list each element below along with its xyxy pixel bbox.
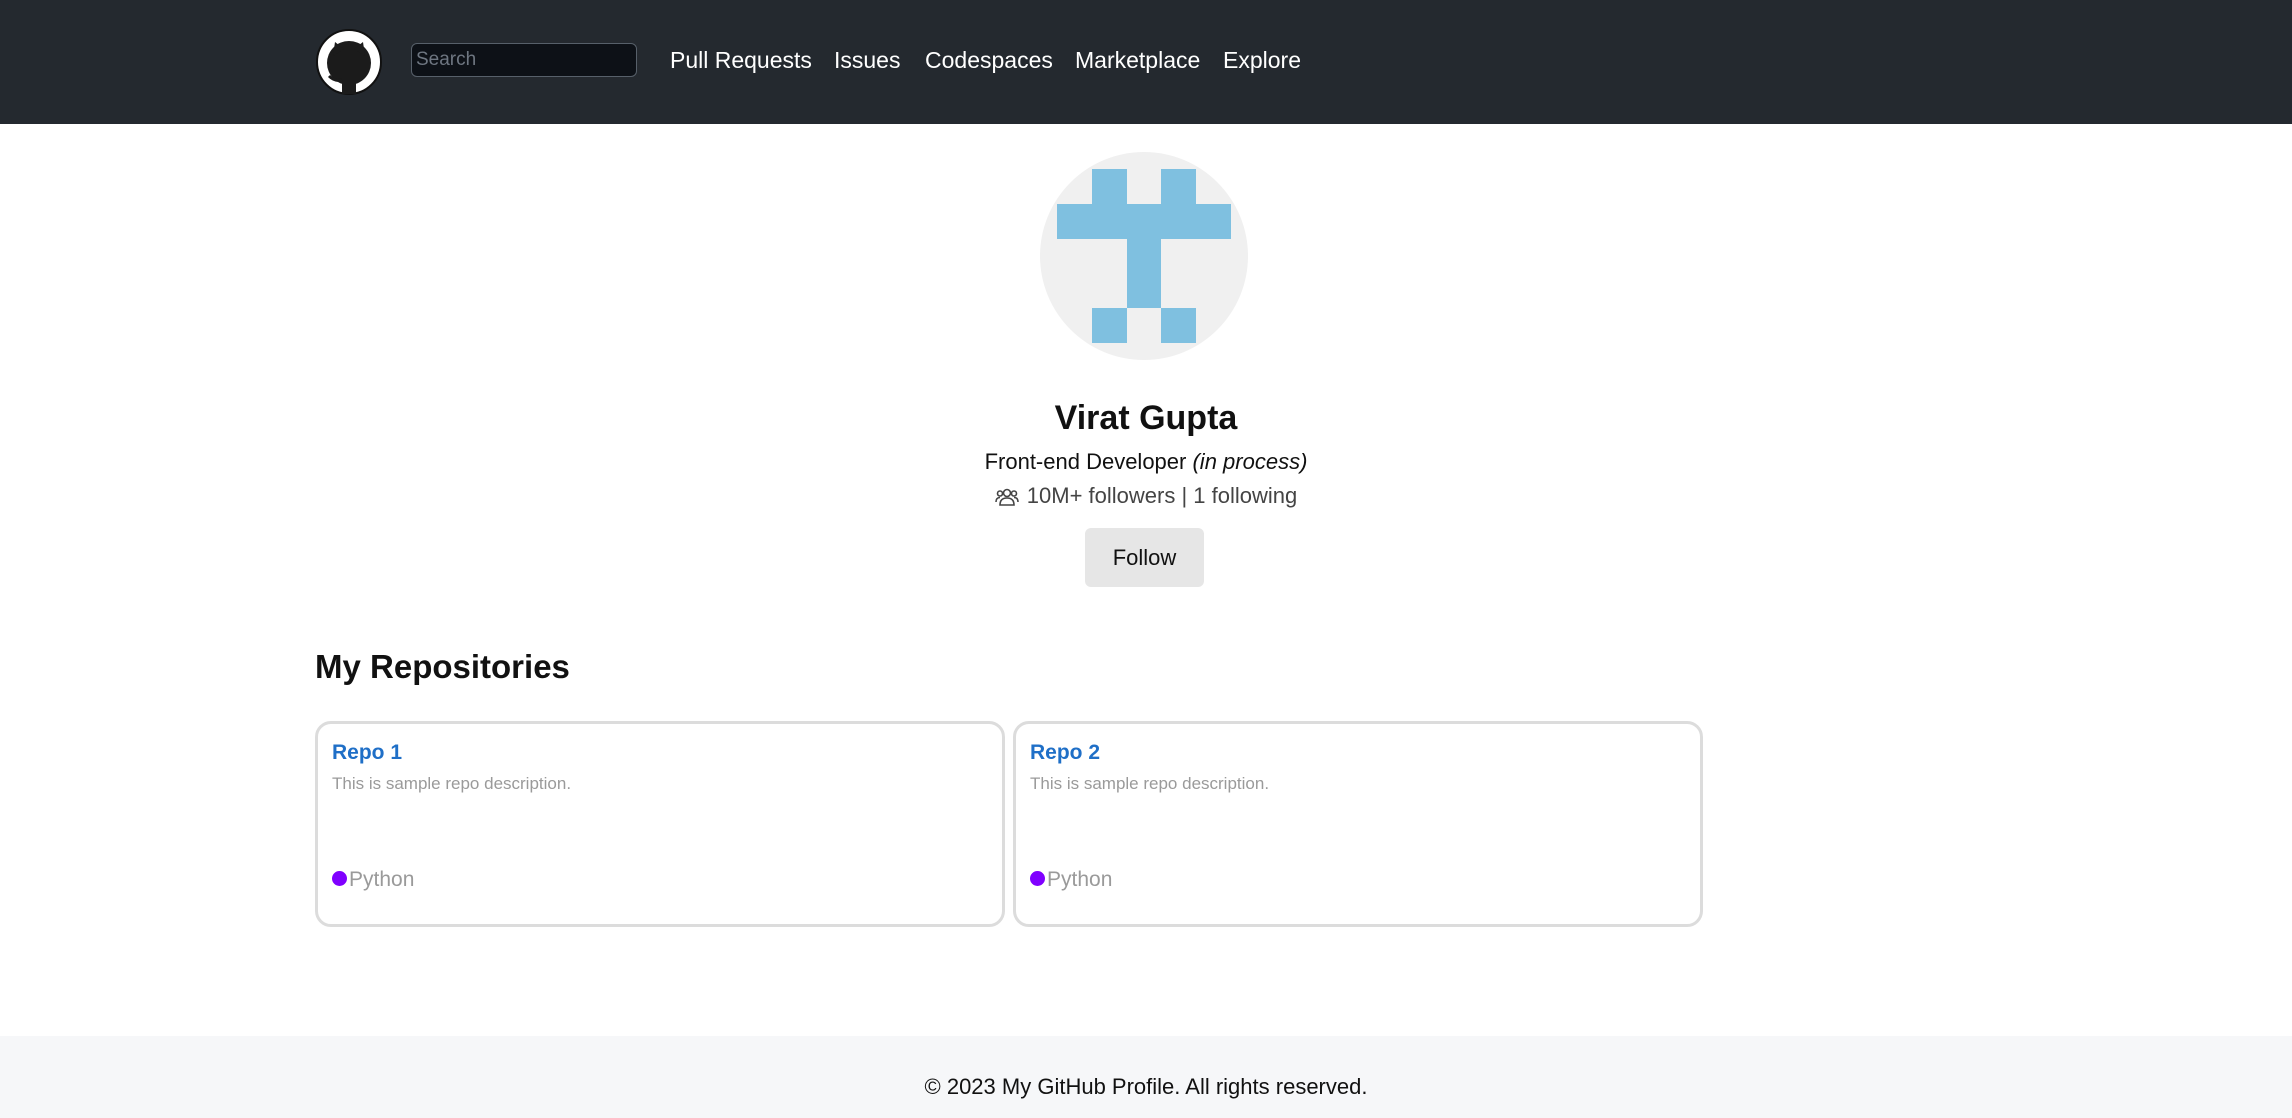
followers-text[interactable]: 10M+ followers | 1 following xyxy=(1027,483,1297,508)
avatar xyxy=(1040,152,1248,360)
repo-card: Repo 2 This is sample repo description. … xyxy=(1013,721,1703,927)
people-icon xyxy=(994,485,1019,515)
follow-button[interactable]: Follow xyxy=(1085,528,1204,587)
nav-pull-requests[interactable]: Pull Requests xyxy=(670,45,812,75)
repo-card: Repo 1 This is sample repo description. … xyxy=(315,721,1005,927)
nav-codespaces[interactable]: Codespaces xyxy=(925,45,1053,75)
language-dot-icon xyxy=(332,871,347,886)
profile-name: Virat Gupta xyxy=(1054,399,1238,437)
profile-bio: Front-end Developer (in process) xyxy=(0,448,2292,476)
top-navbar: Pull Requests Issues Codespaces Marketpl… xyxy=(0,0,2292,124)
github-logo-icon[interactable] xyxy=(315,28,383,96)
repo-language: Python xyxy=(332,867,414,893)
follow-stats: 10M+ followers | 1 following xyxy=(0,481,2292,515)
profile-role-note: (in process) xyxy=(1192,449,1308,474)
repo-language-label: Python xyxy=(1047,868,1113,891)
repo-name-link[interactable]: Repo 2 xyxy=(1030,741,1100,765)
nav-marketplace[interactable]: Marketplace xyxy=(1075,45,1200,75)
repo-description: This is sample repo description. xyxy=(1030,774,1270,793)
repo-language-label: Python xyxy=(349,868,415,891)
profile-role: Front-end Developer xyxy=(984,449,1187,474)
repo-language: Python xyxy=(1030,867,1112,893)
repositories-heading: My Repositories xyxy=(315,648,570,685)
search-input[interactable] xyxy=(411,43,637,77)
nav-issues[interactable]: Issues xyxy=(834,45,900,75)
footer-copyright: © 2023 My GitHub Profile. All rights res… xyxy=(924,1074,1368,1099)
repo-name-link[interactable]: Repo 1 xyxy=(332,741,402,765)
page-footer: © 2023 My GitHub Profile. All rights res… xyxy=(0,1036,2292,1118)
nav-explore[interactable]: Explore xyxy=(1223,45,1301,75)
repo-description: This is sample repo description. xyxy=(332,774,572,793)
language-dot-icon xyxy=(1030,871,1045,886)
